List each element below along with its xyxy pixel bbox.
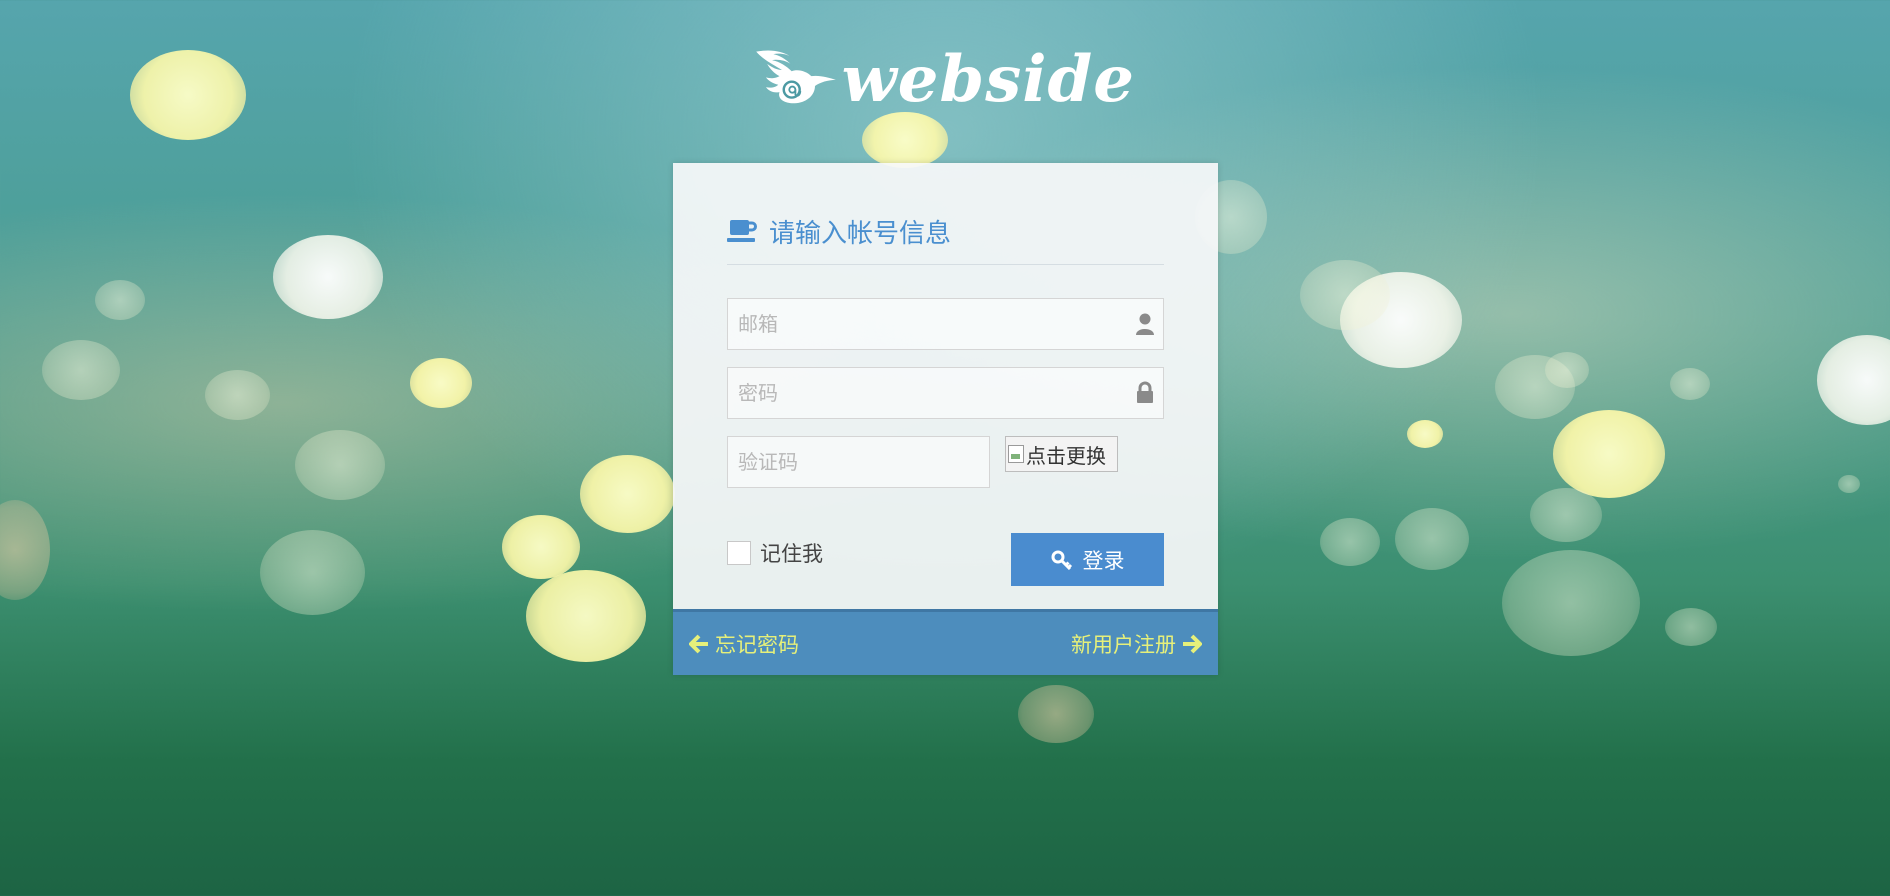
remember-label: 记住我 (760, 542, 823, 566)
password-field (727, 367, 1164, 419)
panel-footer: 忘记密码 新用户注册 (673, 609, 1218, 675)
captcha-image[interactable]: 点击更换 (1005, 436, 1118, 472)
site-logo: webside (755, 28, 1135, 128)
form-title-text: 请输入帐号信息 (769, 218, 952, 249)
lock-icon (1137, 381, 1153, 403)
login-button-label: 登录 (1082, 548, 1125, 573)
login-panel: 请输入帐号信息 点击更换 (673, 163, 1218, 675)
forgot-password-link[interactable]: 忘记密码 (689, 629, 799, 659)
login-button[interactable]: 登录 (1011, 533, 1164, 586)
arrow-left-icon (689, 634, 708, 653)
email-input[interactable] (728, 299, 1163, 349)
logo-text: webside (841, 41, 1135, 117)
form-actions: 记住我 登录 (727, 533, 1164, 603)
arrow-right-icon (1183, 634, 1202, 653)
email-field (727, 298, 1164, 350)
coffee-cup-icon (727, 220, 757, 242)
register-link[interactable]: 新用户注册 (1071, 629, 1202, 659)
captcha-field (727, 436, 990, 488)
password-input[interactable] (728, 368, 1163, 418)
key-icon (1051, 550, 1072, 570)
title-divider (727, 264, 1164, 265)
captcha-input[interactable] (728, 437, 989, 487)
login-form: 请输入帐号信息 点击更换 (673, 163, 1218, 609)
captcha-image-alt: 点击更换 (1026, 445, 1106, 468)
broken-image-icon (1008, 445, 1024, 463)
forgot-password-label: 忘记密码 (715, 632, 799, 657)
captcha-row: 点击更换 (727, 436, 1164, 505)
remember-checkbox[interactable] (727, 541, 751, 565)
bird-logo-icon (756, 50, 836, 104)
user-icon (1136, 313, 1154, 335)
register-label: 新用户注册 (1071, 632, 1176, 657)
remember-me[interactable]: 记住我 (727, 538, 823, 568)
form-title: 请输入帐号信息 (727, 215, 1164, 249)
